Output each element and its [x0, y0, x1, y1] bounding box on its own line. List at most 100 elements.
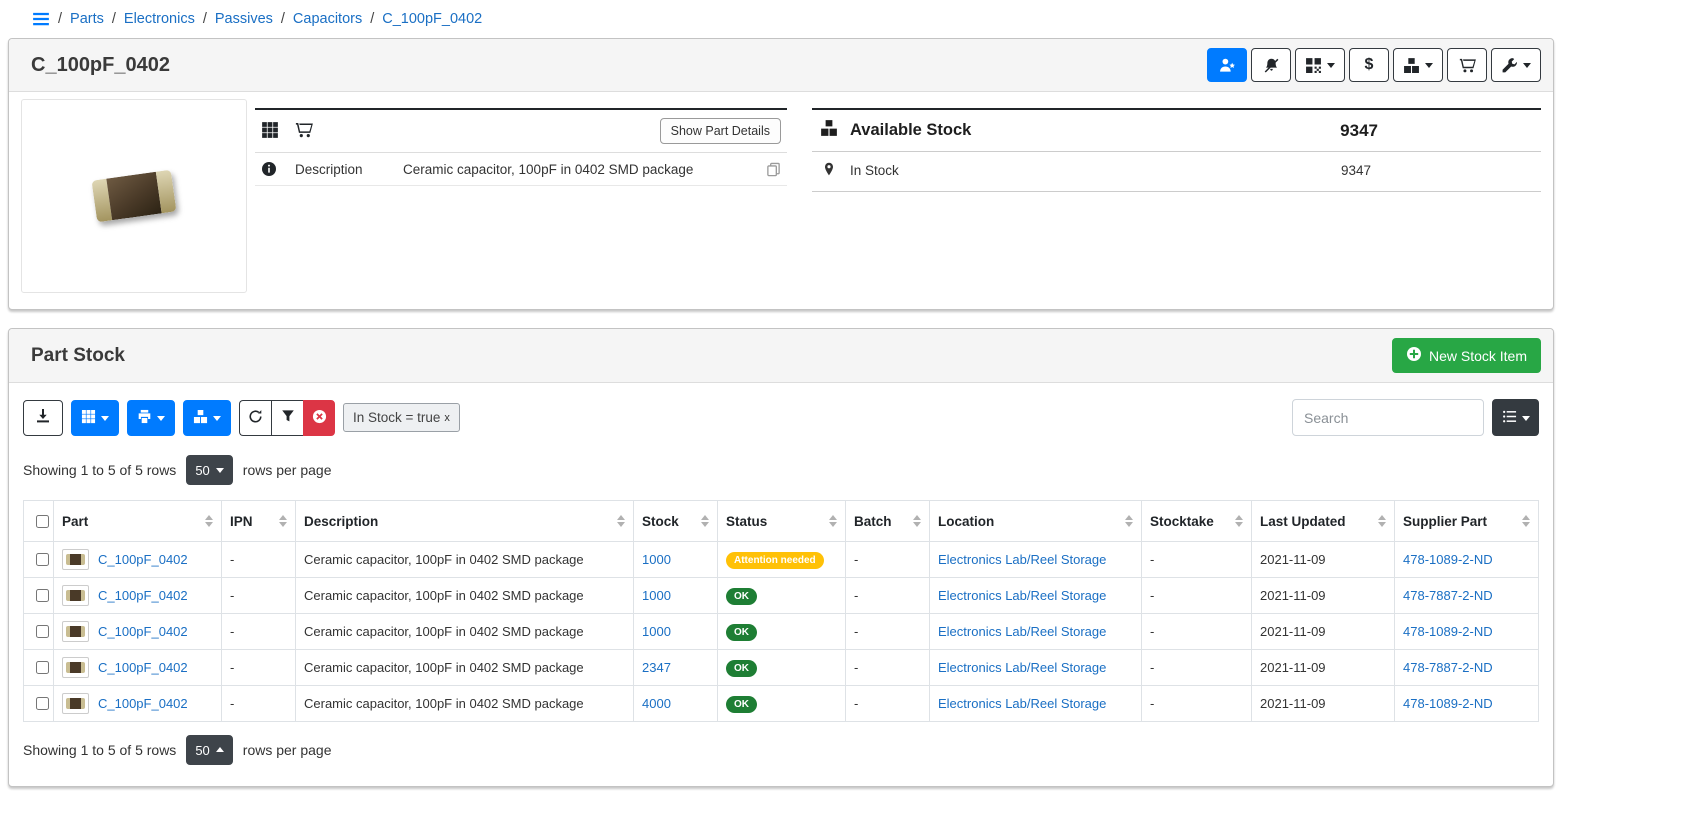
description-value: Ceramic capacitor, 100pF in 0402 SMD pac…	[403, 162, 693, 177]
column-stocktake[interactable]: Stocktake	[1142, 501, 1252, 542]
export-button[interactable]	[23, 400, 63, 436]
download-icon	[35, 408, 51, 427]
stock-quantity-link[interactable]: 4000	[642, 696, 671, 711]
breadcrumb-separator: /	[370, 11, 374, 27]
sort-icon[interactable]	[1125, 511, 1133, 531]
column-description[interactable]: Description	[296, 501, 634, 542]
column-status[interactable]: Status	[718, 501, 846, 542]
select-all-checkbox[interactable]	[36, 515, 49, 528]
supplier-part-link[interactable]: 478-1089-2-ND	[1403, 696, 1493, 711]
menu-icon[interactable]	[32, 10, 50, 28]
stock-quantity-link[interactable]: 2347	[642, 660, 671, 675]
column-location[interactable]: Location	[930, 501, 1142, 542]
breadcrumb-link-current-part[interactable]: C_100pF_0402	[382, 11, 482, 27]
available-stock-card: Available Stock 9347 In Stock 9347	[812, 108, 1541, 192]
subscribe-button[interactable]	[1207, 48, 1247, 82]
column-last-updated[interactable]: Last Updated	[1252, 501, 1395, 542]
search-input[interactable]	[1292, 399, 1484, 436]
grid-icon[interactable]	[261, 121, 279, 142]
stock-quantity-link[interactable]: 1000	[642, 588, 671, 603]
part-image[interactable]	[21, 99, 247, 293]
notifications-button[interactable]	[1251, 48, 1291, 82]
stock-quantity-link[interactable]: 1000	[642, 624, 671, 639]
location-link[interactable]: Electronics Lab/Reel Storage	[938, 660, 1106, 675]
part-tools-dropdown[interactable]	[1491, 48, 1541, 82]
location-link[interactable]: Electronics Lab/Reel Storage	[938, 552, 1106, 567]
part-thumbnail-image	[62, 693, 89, 714]
sort-icon[interactable]	[205, 511, 213, 531]
new-stock-item-button[interactable]: New Stock Item	[1392, 338, 1541, 373]
showing-rows-text: Showing 1 to 5 of 5 rows	[23, 462, 176, 478]
available-stock-header: Available Stock 9347	[812, 110, 1541, 152]
supplier-part-link[interactable]: 478-7887-2-ND	[1403, 660, 1493, 675]
row-checkbox[interactable]	[36, 697, 49, 710]
clear-filters-button[interactable]	[303, 400, 335, 436]
caret-down-icon	[1523, 63, 1531, 72]
caret-down-icon	[101, 416, 109, 425]
breadcrumb-link-capacitors[interactable]: Capacitors	[293, 11, 362, 27]
part-thumbnail-image	[62, 621, 89, 642]
part-link[interactable]: C_100pF_0402	[98, 624, 188, 639]
supplier-part-link[interactable]: 478-1089-2-ND	[1403, 624, 1493, 639]
page-size-dropdown[interactable]: 50	[186, 455, 232, 485]
print-actions-dropdown[interactable]	[127, 400, 175, 436]
breadcrumb-link-parts[interactable]: Parts	[70, 11, 104, 27]
column-part[interactable]: Part	[54, 501, 222, 542]
row-checkbox[interactable]	[36, 625, 49, 638]
sort-icon[interactable]	[1378, 511, 1386, 531]
location-link[interactable]: Electronics Lab/Reel Storage	[938, 588, 1106, 603]
column-stock[interactable]: Stock	[634, 501, 718, 542]
sort-icon[interactable]	[279, 511, 287, 531]
reload-button[interactable]	[239, 400, 271, 436]
supplier-part-link[interactable]: 478-1089-2-ND	[1403, 552, 1493, 567]
row-checkbox[interactable]	[36, 589, 49, 602]
filter-button[interactable]	[271, 400, 303, 436]
part-overview: Show Part Details Description Ceramic ca…	[9, 92, 1553, 309]
remove-filter-x[interactable]: x	[444, 412, 450, 424]
breadcrumb: / Parts / Electronics / Passives / Capac…	[8, 0, 1554, 38]
barcode-actions-dropdown[interactable]	[1295, 48, 1345, 82]
row-checkbox[interactable]	[36, 553, 49, 566]
page-size-dropdown[interactable]: 50	[186, 735, 232, 765]
available-stock-total: 9347	[1340, 121, 1533, 141]
part-link[interactable]: C_100pF_0402	[98, 588, 188, 603]
breadcrumb-link-electronics[interactable]: Electronics	[124, 11, 195, 27]
sort-icon[interactable]	[913, 511, 921, 531]
row-checkbox[interactable]	[36, 661, 49, 674]
part-link[interactable]: C_100pF_0402	[98, 696, 188, 711]
copy-icon[interactable]	[766, 162, 781, 177]
stocktake-cell: -	[1142, 578, 1252, 614]
supplier-part-link[interactable]: 478-7887-2-ND	[1403, 588, 1493, 603]
location-link[interactable]: Electronics Lab/Reel Storage	[938, 696, 1106, 711]
column-ipn[interactable]: IPN	[222, 501, 296, 542]
sort-icon[interactable]	[701, 511, 709, 531]
pricing-button[interactable]: $	[1349, 48, 1389, 82]
stock-actions-dropdown[interactable]	[1393, 48, 1443, 82]
show-part-details-button[interactable]: Show Part Details	[660, 118, 781, 144]
tools-icon	[1501, 57, 1518, 74]
column-supplier-part[interactable]: Supplier Part	[1395, 501, 1539, 542]
table-row: C_100pF_0402 - Ceramic capacitor, 100pF …	[24, 650, 1539, 686]
sort-icon[interactable]	[829, 511, 837, 531]
sort-icon[interactable]	[1522, 511, 1530, 531]
column-batch[interactable]: Batch	[846, 501, 930, 542]
cart-icon[interactable]	[295, 121, 313, 142]
stock-options-dropdown[interactable]	[183, 400, 231, 436]
caret-down-icon	[157, 416, 165, 425]
sort-icon[interactable]	[617, 511, 625, 531]
part-link[interactable]: C_100pF_0402	[98, 660, 188, 675]
capacitor-photo	[91, 170, 176, 223]
location-link[interactable]: Electronics Lab/Reel Storage	[938, 624, 1106, 639]
status-badge: OK	[726, 696, 757, 713]
breadcrumb-link-passives[interactable]: Passives	[215, 11, 273, 27]
stock-quantity-link[interactable]: 1000	[642, 552, 671, 567]
batch-cell: -	[846, 542, 930, 578]
table-view-dropdown[interactable]	[1492, 399, 1539, 436]
grid-view-dropdown[interactable]	[71, 400, 119, 436]
table-header-row: Part IPN Description Stock Status Batch …	[24, 501, 1539, 542]
remove-filter-icon	[312, 409, 327, 427]
info-circle-icon	[261, 161, 295, 177]
order-part-button[interactable]	[1447, 48, 1487, 82]
part-link[interactable]: C_100pF_0402	[98, 552, 188, 567]
sort-icon[interactable]	[1235, 511, 1243, 531]
